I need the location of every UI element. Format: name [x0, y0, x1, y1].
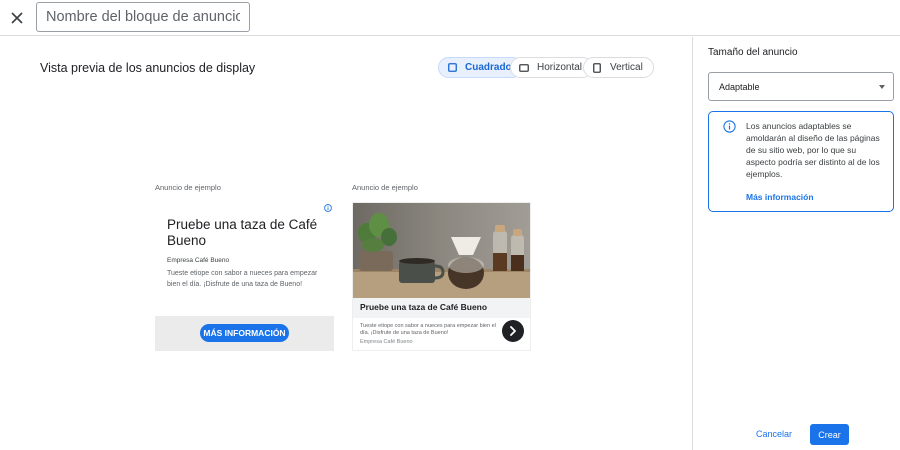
preview-area: Vista previa de los anuncios de display … — [0, 37, 692, 450]
toggle-horizontal-label: Horizontal — [537, 62, 583, 73]
ad-headline: Pruebe una taza de Café Bueno — [167, 217, 318, 248]
ad-choices-icon[interactable] — [324, 204, 332, 212]
ad-cta-band: MÁS INFORMACIÓN — [155, 316, 334, 351]
toggle-square-label: Cuadrado — [465, 62, 512, 73]
ad-arrow-button[interactable] — [502, 320, 524, 342]
example-label: Anuncio de ejemplo — [155, 183, 221, 192]
coffee-photo — [353, 203, 530, 298]
responsive-info-box: Los anuncios adaptables se amoldarán al … — [708, 111, 894, 212]
ad-size-select-value: Adaptable — [719, 81, 760, 92]
info-text: Los anuncios adaptables se amoldarán al … — [746, 121, 880, 179]
cancel-button[interactable]: Cancelar — [750, 424, 798, 444]
close-button[interactable] — [6, 7, 28, 29]
square-icon — [447, 63, 457, 73]
sample-ad-image: Pruebe una taza de Café Bueno Tueste eti… — [352, 202, 531, 351]
more-info-button[interactable]: MÁS INFORMACIÓN — [200, 324, 289, 342]
top-bar — [0, 0, 900, 36]
info-icon — [723, 120, 736, 133]
toggle-horizontal[interactable]: Horizontal — [510, 57, 594, 78]
create-button[interactable]: Crear — [810, 424, 849, 445]
vertical-rect-icon — [592, 62, 602, 73]
close-icon — [11, 12, 23, 24]
sample-ad-text: Pruebe una taza de Café Bueno Empresa Ca… — [155, 202, 334, 351]
more-info-link[interactable]: Más información — [746, 192, 814, 202]
ad-size-panel: Tamaño del anuncio Adaptable Los anuncio… — [692, 37, 900, 450]
ad-size-select[interactable]: Adaptable — [708, 72, 894, 101]
toggle-vertical[interactable]: Vertical — [583, 57, 654, 78]
chevron-right-icon — [510, 326, 516, 336]
panel-title: Tamaño del anuncio — [708, 47, 798, 58]
example-label: Anuncio de ejemplo — [352, 183, 418, 192]
ad-company: Empresa Café Bueno — [360, 339, 413, 345]
dropdown-caret-icon — [879, 85, 885, 89]
preview-title: Vista previa de los anuncios de display — [40, 61, 256, 75]
ad-description: Tueste etiope con sabor a nueces para em… — [167, 270, 318, 288]
ad-headline: Pruebe una taza de Café Bueno — [353, 298, 530, 318]
ad-description: Tueste etiope con sabor a nueces para em… — [360, 323, 496, 336]
horizontal-rect-icon — [519, 63, 529, 73]
ad-company: Empresa Café Bueno — [167, 257, 230, 264]
toggle-vertical-label: Vertical — [610, 62, 643, 73]
ad-unit-name-input[interactable] — [36, 2, 250, 32]
